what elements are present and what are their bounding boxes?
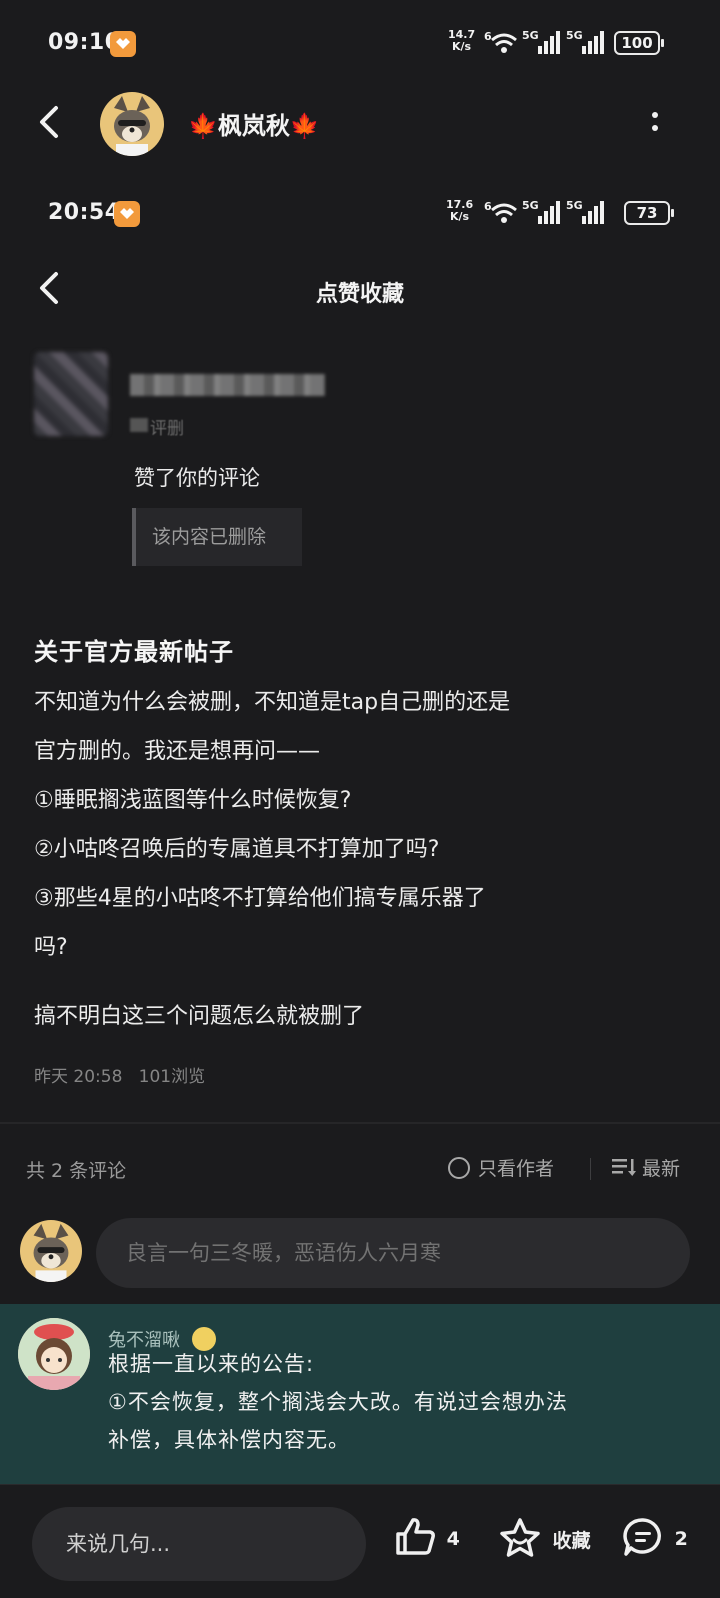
comment-line: ①不会恢复，整个搁浅会大改。有说过会想办法 bbox=[108, 1390, 568, 1414]
signal-5g-icon-inner-1: 5G bbox=[522, 199, 560, 224]
post-line: 官方删的。我还是想再问—— bbox=[34, 739, 321, 764]
svg-text:5G: 5G bbox=[522, 199, 539, 212]
svg-text:6: 6 bbox=[484, 30, 492, 43]
comment-input[interactable]: 良言一句三冬暖，恶语伤人六月寒 bbox=[96, 1218, 690, 1288]
comment-line: 根据一直以来的公告: bbox=[108, 1352, 315, 1376]
sort-icon bbox=[612, 1159, 636, 1176]
more-options-icon[interactable] bbox=[648, 108, 662, 138]
post-line: ①睡眠搁浅蓝图等什么时候恢复? bbox=[34, 788, 352, 813]
wifi-icon-inner: 6 bbox=[484, 200, 517, 223]
comment-bubble-icon bbox=[623, 1518, 661, 1556]
liker-avatar-blurred[interactable] bbox=[34, 352, 108, 436]
signal-5g-icon-1: 5G bbox=[522, 29, 560, 54]
comments-button[interactable]: 2 bbox=[622, 1517, 688, 1557]
svg-text:5G: 5G bbox=[566, 199, 583, 212]
section-divider bbox=[0, 1122, 720, 1124]
signal-5g-icon-2: 5G bbox=[566, 29, 604, 54]
thumbs-up-icon bbox=[396, 1518, 435, 1555]
radio-circle-icon bbox=[448, 1157, 470, 1179]
back-arrow-icon[interactable] bbox=[30, 102, 70, 142]
battery-icon: 100 bbox=[614, 31, 664, 55]
network-speed-inner: 17.6 K/s bbox=[446, 198, 474, 223]
svg-text:5G: 5G bbox=[566, 29, 583, 42]
post-time: 昨天 20:58 bbox=[34, 1067, 123, 1087]
outer-status-bar: 09:10 14.7 K/s 6 5G 5G 100 bbox=[0, 14, 720, 74]
post-line: ③那些4星的小咕咚不打算给他们搞专属乐器了 bbox=[34, 886, 486, 911]
wifi-icon: 6 bbox=[484, 30, 517, 53]
app-badge-icon-inner bbox=[114, 201, 140, 227]
post-title: 关于官方最新帖子 bbox=[34, 638, 234, 666]
page-title: 点赞收藏 bbox=[315, 282, 404, 307]
star-icon bbox=[500, 1518, 540, 1557]
liker-name-blurred bbox=[130, 374, 325, 396]
my-avatar[interactable] bbox=[20, 1220, 82, 1282]
post-meta: 昨天 20:58 101浏览 bbox=[34, 1062, 205, 1087]
toolbar-separator bbox=[590, 1158, 591, 1180]
say-something-input[interactable]: 来说几句... bbox=[32, 1507, 366, 1581]
signal-5g-icon-inner-2: 5G bbox=[566, 199, 604, 224]
post-body: 不知道为什么会被删，不知道是tap自己删的还是 官方删的。我还是想再问—— ①睡… bbox=[34, 678, 684, 972]
author-avatar[interactable] bbox=[100, 92, 164, 156]
favorite-button[interactable]: 收藏 bbox=[498, 1517, 591, 1559]
network-speed: 14.7 K/s bbox=[448, 28, 476, 53]
only-author-toggle[interactable]: 只看作者 bbox=[448, 1154, 554, 1181]
author-name: 🍁枫岚秋🍁 bbox=[188, 112, 320, 140]
status-time-inner: 20:54 bbox=[48, 200, 121, 225]
like-action-text: 赞了你的评论 bbox=[134, 466, 260, 490]
svg-text:6: 6 bbox=[484, 200, 492, 213]
post-line: 吗? bbox=[34, 935, 68, 960]
post-line: ②小咕咚召唤后的专属道具不打算加了吗? bbox=[34, 837, 440, 862]
post-ending-line: 搞不明白这三个问题怎么就被删了 bbox=[34, 1004, 365, 1029]
post-line: 不知道为什么会被删，不知道是tap自己删的还是 bbox=[34, 690, 511, 715]
comment-item[interactable]: 兔不溜啾 根据一直以来的公告: ①不会恢复，整个搁浅会大改。有说过会想办法 补偿… bbox=[0, 1304, 720, 1484]
inner-status-bar: 20:54 17.6 K/s 6 5G 5G 73 bbox=[0, 184, 720, 244]
battery-icon-inner: 73 bbox=[624, 201, 674, 225]
comment-count: 共 2 条评论 bbox=[26, 1160, 127, 1182]
liker-sub-blurred: 评删 bbox=[150, 414, 184, 439]
comment-count-bottom: 2 bbox=[674, 1528, 688, 1550]
favorite-label: 收藏 bbox=[552, 1530, 591, 1552]
quoted-deleted-content[interactable]: 该内容已删除 bbox=[132, 508, 302, 566]
app-badge-icon bbox=[110, 31, 136, 57]
post-views: 101浏览 bbox=[138, 1067, 206, 1087]
comment-line: 补偿，具体补偿内容无。 bbox=[108, 1428, 350, 1452]
sort-newest-button[interactable]: 最新 bbox=[612, 1154, 680, 1181]
like-button[interactable]: 4 bbox=[394, 1517, 460, 1557]
commenter-avatar[interactable] bbox=[18, 1318, 90, 1390]
svg-text:5G: 5G bbox=[522, 29, 539, 42]
bottom-action-bar: 来说几句... 4 收藏 2 bbox=[0, 1484, 720, 1598]
like-count: 4 bbox=[446, 1528, 460, 1550]
